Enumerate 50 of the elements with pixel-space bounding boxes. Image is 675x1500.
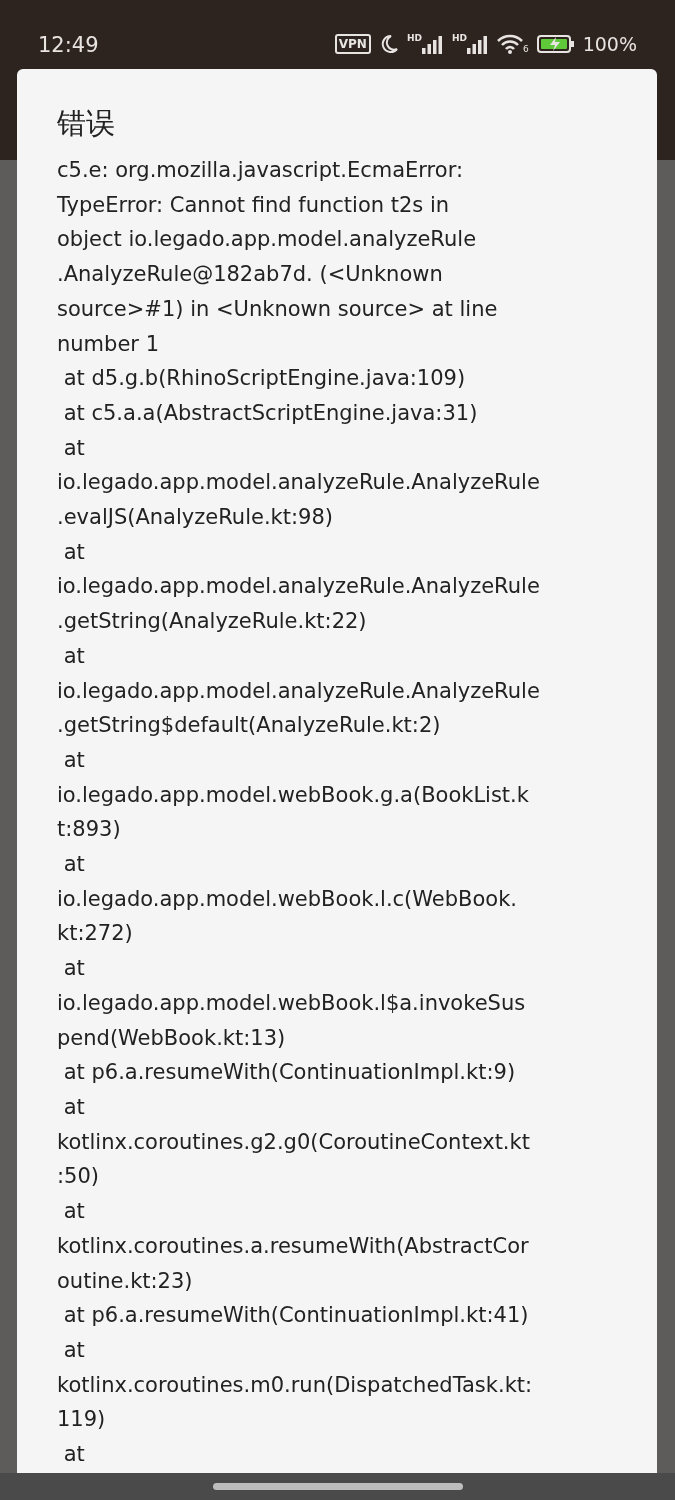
error-text-line: t:893) — [57, 816, 122, 844]
error-text-line: at d5.g.b(RhinoScriptEngine.java:109) — [62, 365, 467, 393]
error-text-line: at p6.a.resumeWith(ContinuationImpl.kt:9) — [62, 1059, 517, 1087]
error-text-line: io.legado.app.model.webBook.l.c(WebBook. — [57, 885, 519, 913]
clock-time: 12:49 — [38, 32, 99, 59]
error-text-line: :50) — [57, 1163, 100, 1191]
error-text-line: kotlinx.coroutines.g2.g0(CoroutineContext.kt — [57, 1128, 531, 1156]
error-text-line: kotlinx.coroutines.a.resumeWith(AbstractCor — [57, 1232, 530, 1260]
hd-label: HD — [406, 34, 422, 44]
error-text-line: kt:272) — [57, 920, 134, 948]
error-text-line: io.legado.app.model.webBook.l$a.invokeSus — [57, 989, 527, 1017]
signal-icon — [466, 34, 489, 55]
error-text-line: at — [62, 1336, 86, 1364]
error-text-line: at — [62, 851, 86, 879]
error-text-line: at — [62, 538, 86, 566]
error-text-line: at — [62, 1094, 86, 1121]
error-text-line: .getString$default(AnalyzeRule.kt:2) — [57, 712, 442, 740]
error-text-line: at — [62, 642, 86, 670]
error-text-line: .getString(AnalyzeRule.kt:22) — [57, 608, 368, 636]
error-text-line: kotlinx.coroutines.m0.run(DispatchedTask.kt: — [57, 1371, 534, 1399]
wifi-icon — [496, 34, 523, 55]
error-text-line: outine.kt:23) — [57, 1267, 194, 1295]
error-text-line: number 1 — [57, 330, 160, 358]
wifi-label: 6 — [522, 45, 529, 55]
battery-charging-icon — [536, 34, 575, 55]
error-text-line: io.legado.app.model.analyzeRule.AnalyzeRule — [57, 677, 541, 705]
error-text-line: at — [62, 1198, 86, 1226]
battery-percent: 100% — [582, 32, 637, 57]
error-text-line: object io.legado.app.model.analyzeRule — [57, 226, 478, 254]
error-text-line: io.legado.app.model.analyzeRule.AnalyzeRule — [57, 469, 541, 497]
error-text-line: at c5.a.a(AbstractScriptEngine.java:31) — [62, 399, 479, 427]
error-text-line: .evalJS(AnalyzeRule.kt:98) — [57, 504, 334, 532]
error-text-line: c5.e: org.mozilla.javascript.EcmaError: — [57, 157, 464, 184]
error-text-line: at p6.a.resumeWith(ContinuationImpl.kt:41) — [62, 1302, 530, 1330]
error-text-line: source>#1) in <Unknown source> at line — [57, 295, 499, 323]
home-indicator[interactable] — [212, 1483, 463, 1490]
error-text-line: TypeError: Cannot find function t2s in — [57, 191, 451, 219]
error-text-line: io.legado.app.model.webBook.g.a(BookList.k — [57, 781, 530, 809]
error-text-line: 119) — [57, 1406, 107, 1434]
error-text-line: at — [62, 746, 86, 774]
error-text-line: at — [62, 434, 86, 462]
dialog-title: 错误 — [57, 105, 116, 142]
error-text-line: io.legado.app.model.analyzeRule.AnalyzeRule — [57, 573, 541, 601]
vpn-badge: VPN — [334, 34, 371, 55]
error-text-line: .AnalyzeRule@182ab7d. (<Unknown — [57, 261, 444, 289]
error-text-line: pend(WebBook.kt:13) — [57, 1024, 287, 1052]
hd-label: HD — [451, 34, 467, 44]
error-text-line: at — [62, 1441, 86, 1468]
signal-icon — [421, 34, 444, 55]
error-text-line: at — [62, 955, 86, 983]
